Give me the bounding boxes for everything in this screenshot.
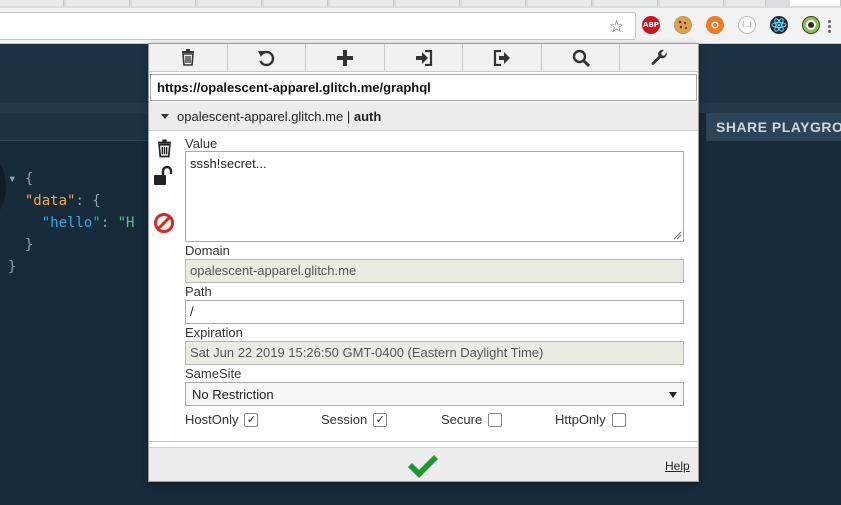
block-cookie-button[interactable]: [153, 212, 175, 234]
browser-tab[interactable]: [198, 0, 262, 6]
run-button[interactable]: [0, 160, 6, 214]
session-checkbox[interactable]: ✓: [373, 412, 388, 427]
popup-toolbar: [149, 44, 698, 72]
cookie-domain: opalescent-apparel.glitch.me: [177, 109, 344, 124]
code-line: ▾ {: [8, 171, 34, 187]
path-label: Path: [185, 284, 212, 299]
add-cookie-button[interactable]: [306, 44, 385, 71]
secure-checkbox[interactable]: [488, 412, 503, 427]
share-playground-button[interactable]: SHARE PLAYGRO: [706, 113, 841, 141]
samesite-selected-value: No Restriction: [192, 387, 274, 402]
domain-input: opalescent-apparel.glitch.me: [185, 259, 684, 283]
browser-tab[interactable]: [396, 0, 460, 6]
wrench-icon: [651, 49, 667, 65]
browser-tab[interactable]: [264, 0, 328, 6]
current-url: https://opalescent-apparel.glitch.me/gra…: [150, 74, 697, 101]
lifebuoy-icon[interactable]: [706, 16, 724, 34]
browser-tab[interactable]: [528, 0, 592, 6]
export-button[interactable]: [463, 44, 542, 71]
cookie-icon[interactable]: [674, 16, 692, 34]
address-bar[interactable]: ☆: [0, 12, 636, 40]
delete-cookie-button[interactable]: [153, 137, 175, 159]
expiration-label: Expiration: [185, 325, 243, 340]
dropdown-arrow-icon: [669, 392, 677, 398]
trash-icon: [157, 138, 171, 157]
results-bar: [0, 113, 150, 141]
samesite-label: SameSite: [185, 366, 242, 381]
browser-tab[interactable]: [132, 0, 196, 6]
options-button[interactable]: [620, 44, 698, 71]
session-label: Session: [321, 412, 368, 427]
code-value: "H: [117, 215, 135, 231]
save-button[interactable]: [405, 453, 441, 481]
export-icon: [493, 49, 511, 66]
cookie-editor-popup: https://opalescent-apparel.glitch.me/gra…: [148, 43, 699, 482]
browser-tab[interactable]: [0, 0, 64, 6]
popup-footer: Help: [149, 447, 698, 481]
browser-tab[interactable]: [66, 0, 130, 6]
query-result: ▾ { "data": { "hello": "H } }: [8, 171, 135, 275]
browser-tab[interactable]: [594, 0, 658, 6]
browser-tab[interactable]: [330, 0, 394, 6]
protect-cookie-button[interactable]: [153, 165, 175, 187]
cookie-row-header[interactable]: opalescent-apparel.glitch.me | auth: [149, 102, 698, 131]
httponly-label: HttpOnly: [555, 412, 606, 427]
expiration-input: Sat Jun 22 2019 15:26:50 GMT-0400 (Easte…: [185, 341, 684, 365]
session-flag: Session ✓: [321, 412, 388, 427]
reset-button[interactable]: [228, 44, 307, 71]
samesite-select[interactable]: No Restriction: [185, 382, 684, 406]
code-key-data: "data": [24, 193, 76, 209]
trash-icon: [181, 49, 194, 66]
value-label: Value: [185, 136, 218, 151]
browser-menu-icon[interactable]: [828, 20, 831, 34]
divider: [149, 441, 698, 442]
search-button[interactable]: [542, 44, 621, 71]
hostonly-label: HostOnly: [185, 412, 239, 427]
browser-toolbar: ☆ ABP (..): [0, 8, 841, 44]
cookie-separator: |: [346, 109, 351, 124]
browser-tab[interactable]: [726, 0, 766, 6]
httponly-checkbox[interactable]: [611, 412, 626, 427]
undo-icon: [258, 50, 275, 66]
resize-grip-icon[interactable]: [673, 231, 682, 240]
value-textarea[interactable]: sssh!secret...: [185, 151, 684, 242]
checkmark-icon: [408, 455, 438, 478]
httponly-flag: HttpOnly: [555, 412, 626, 427]
block-icon: [154, 213, 174, 233]
color-picker-icon[interactable]: [802, 16, 820, 34]
browser-tab-active[interactable]: [790, 0, 841, 6]
hostonly-checkbox[interactable]: ✓: [244, 412, 259, 427]
cookie-name: auth: [353, 109, 382, 124]
secure-label: Secure: [441, 412, 483, 427]
secure-flag: Secure: [441, 412, 503, 427]
import-button[interactable]: [385, 44, 464, 71]
code-key-hello: "hello": [41, 215, 101, 231]
adblock-plus-icon[interactable]: ABP: [642, 16, 660, 34]
domain-label: Domain: [185, 243, 230, 258]
code-brackets-icon[interactable]: (..): [738, 16, 756, 34]
react-icon[interactable]: [770, 16, 788, 34]
import-icon: [415, 49, 432, 66]
plus-icon: [336, 49, 353, 66]
hostonly-flag: HostOnly ✓: [185, 412, 259, 427]
browser-tab[interactable]: [462, 0, 526, 6]
bookmark-star-icon[interactable]: ☆: [609, 19, 624, 36]
unlocked-padlock-icon: [154, 166, 173, 185]
delete-all-button[interactable]: [149, 44, 228, 71]
browser-tab[interactable]: [660, 0, 724, 6]
collapse-caret-icon[interactable]: [161, 114, 169, 120]
path-input[interactable]: /: [185, 300, 684, 324]
tab-strip: [0, 0, 841, 8]
search-icon: [572, 49, 590, 67]
help-link[interactable]: Help: [665, 459, 690, 473]
